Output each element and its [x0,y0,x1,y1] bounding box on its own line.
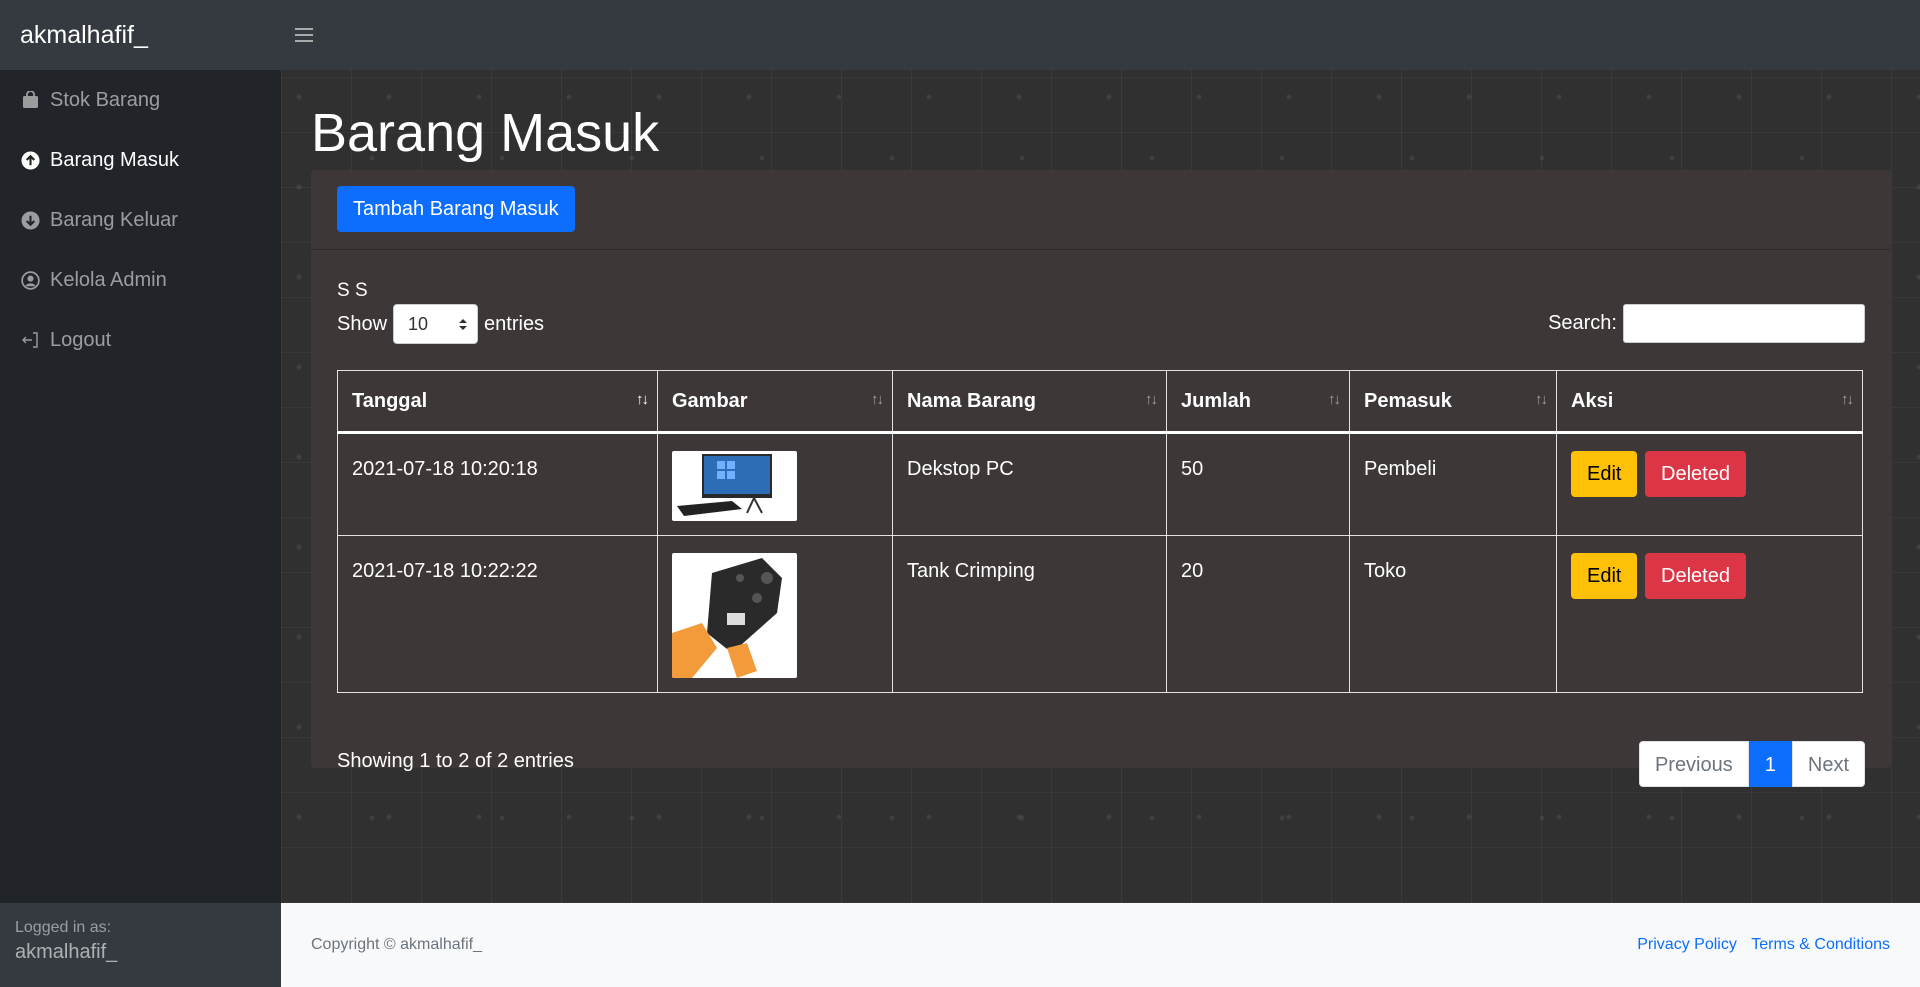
search-input[interactable] [1623,304,1865,343]
sort-icon: ↑↓ [636,391,649,408]
cell-jumlah: 20 [1166,535,1350,693]
sidebar-item-label: Stok Barang [50,88,161,111]
user-circle-icon [20,270,40,290]
delete-button[interactable]: Deleted [1645,451,1746,497]
cell-pemasuk: Pembeli [1349,432,1557,536]
show-label: Show [337,312,388,335]
previous-page-button[interactable]: Previous [1638,741,1749,787]
delete-button[interactable]: Deleted [1645,553,1746,599]
footer-links: Privacy Policy Terms & Conditions [1627,936,1890,954]
sidebar-footer: Logged in as: akmalhafif_ [0,903,281,987]
main-content: Barang Masuk Tambah Barang Masuk S S Sho… [281,70,1920,903]
sort-icon: ↑↓ [871,391,884,408]
cell-gambar [657,535,893,693]
column-header-pemasuk[interactable]: Pemasuk ↑↓ [1349,370,1557,434]
entries-length-control: Show 10 entries [337,304,544,344]
column-header-nama-barang[interactable]: Nama Barang ↑↓ [892,370,1167,434]
card-header: Tambah Barang Masuk [311,170,1891,250]
sort-icon: ↑↓ [1145,391,1158,408]
sort-icon: ↑↓ [1535,391,1548,408]
edit-button[interactable]: Edit [1571,451,1638,497]
arrow-up-circle-icon [20,150,40,170]
add-barang-masuk-button[interactable]: Tambah Barang Masuk [337,186,575,232]
column-header-jumlah[interactable]: Jumlah ↑↓ [1166,370,1350,434]
select-arrows-icon [459,318,468,330]
cell-aksi: Edit Deleted [1556,432,1863,536]
logged-in-label: Logged in as: [15,919,112,936]
edit-button[interactable]: Edit [1571,553,1638,599]
privacy-policy-link[interactable]: Privacy Policy [1637,936,1737,953]
ss-text: S S [337,280,368,301]
sort-icon: ↑↓ [1841,391,1854,408]
cell-pemasuk: Toko [1349,535,1557,693]
bag-icon [20,90,40,110]
table-info: Showing 1 to 2 of 2 entries [337,750,574,772]
page-title: Barang Masuk [311,103,660,163]
sidebar-item-label: Kelola Admin [50,268,167,291]
cell-nama-barang: Dekstop PC [892,432,1167,536]
cell-gambar [657,432,893,536]
next-page-button[interactable]: Next [1791,741,1865,787]
sidebar: Stok Barang Barang Masuk Barang Keluar K… [0,70,281,987]
sidebar-item-barang-keluar[interactable]: Barang Keluar [0,190,281,250]
cell-tanggal: 2021-07-18 10:20:18 [337,432,658,536]
table-header-row: Tanggal ↑↓ Gambar ↑↓ Nama Barang ↑↓ Jumlah ↑… [337,370,1863,434]
page-1-button[interactable]: 1 [1748,741,1792,787]
column-header-gambar[interactable]: Gambar ↑↓ [657,370,893,434]
arrow-down-circle-icon [20,210,40,230]
crimping-tool-image [672,553,797,678]
top-navbar: akmalhafif_ [0,0,1920,70]
hamburger-icon [295,28,313,42]
page-footer: Copyright © akmalhafif_ Privacy Policy T… [281,903,1920,987]
brand-title[interactable]: akmalhafif_ [0,21,281,50]
barang-masuk-table: Tanggal ↑↓ Gambar ↑↓ Nama Barang ↑↓ Jumlah ↑… [337,370,1863,693]
table-row: 2021-07-18 10:22:22 Tank Crimping 20 Tok… [337,535,1863,693]
sign-out-icon [20,330,40,350]
entries-select[interactable]: 10 [393,304,479,344]
entries-select-value: 10 [408,313,429,334]
logged-in-user: akmalhafif_ [15,941,118,963]
sidebar-item-label: Barang Masuk [50,148,179,171]
cell-tanggal: 2021-07-18 10:22:22 [337,535,658,693]
column-header-aksi[interactable]: Aksi ↑↓ [1556,370,1863,434]
column-header-tanggal[interactable]: Tanggal ↑↓ [337,370,658,434]
sort-icon: ↑↓ [1328,391,1341,408]
sidebar-item-stok-barang[interactable]: Stok Barang [0,70,281,130]
data-card: Tambah Barang Masuk S S Show 10 entries … [311,170,1891,787]
sidebar-item-logout[interactable]: Logout [0,310,281,370]
sidebar-item-label: Barang Keluar [50,208,178,231]
search-control: Search: [1548,304,1865,343]
desktop-pc-image [672,451,797,521]
copyright-text: Copyright © akmalhafif_ [311,936,482,953]
cell-nama-barang: Tank Crimping [892,535,1167,693]
table-row: 2021-07-18 10:20:18 Dekstop PC 50 Pembel… [337,432,1863,536]
cell-aksi: Edit Deleted [1556,535,1863,693]
cell-jumlah: 50 [1166,432,1350,536]
entries-label: entries [484,312,545,335]
menu-toggle-button[interactable] [289,20,319,50]
search-label: Search: [1548,312,1617,334]
sidebar-item-label: Logout [50,328,112,351]
terms-conditions-link[interactable]: Terms & Conditions [1751,936,1890,953]
pagination: Previous 1 Next [1638,741,1865,787]
sidebar-item-barang-masuk[interactable]: Barang Masuk [0,130,281,190]
sidebar-item-kelola-admin[interactable]: Kelola Admin [0,250,281,310]
